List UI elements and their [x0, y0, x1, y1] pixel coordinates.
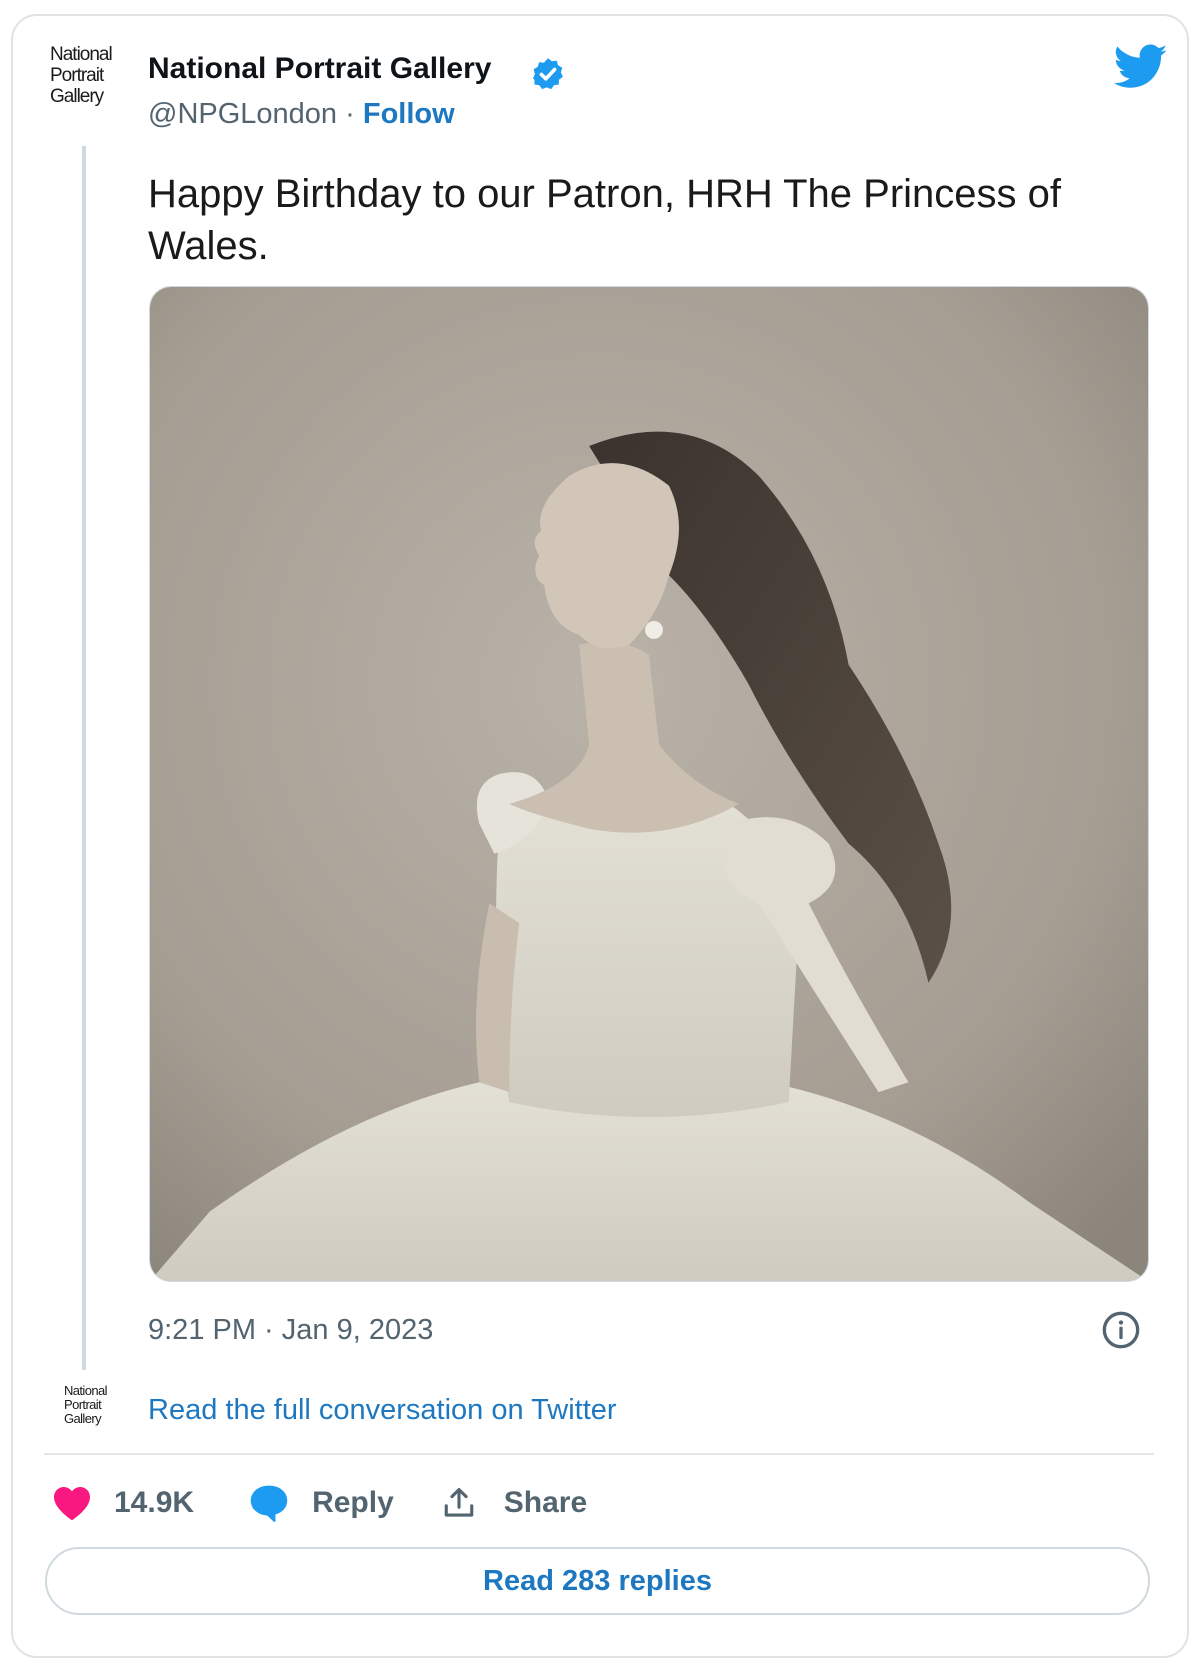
share-label: Share — [503, 1486, 588, 1519]
verified-badge-icon — [533, 58, 563, 90]
read-full-conversation-link[interactable]: Read the full conversation on Twitter — [148, 1394, 617, 1427]
tweet-photo[interactable] — [149, 286, 1149, 1282]
heart-icon — [54, 1486, 90, 1521]
handle-separator: · — [345, 98, 355, 130]
logo-line: Gallery — [64, 1411, 102, 1426]
author-avatar-logo[interactable]: National Portrait Gallery — [50, 44, 132, 107]
like-button[interactable]: 14.9K — [52, 1485, 194, 1521]
twitter-bird-icon[interactable] — [1114, 44, 1168, 90]
reply-button[interactable]: Reply — [248, 1483, 394, 1523]
logo-line: National — [50, 44, 113, 65]
reply-bubble-icon — [250, 1485, 288, 1522]
share-button[interactable]: Share — [442, 1485, 587, 1521]
conversation-avatar-logo: National Portrait Gallery — [64, 1384, 124, 1426]
read-replies-button[interactable]: Read 283 replies — [45, 1547, 1150, 1615]
logo-line: Gallery — [50, 86, 104, 107]
author-handle-row: @NPGLondon · Follow — [148, 98, 455, 131]
author-handle[interactable]: @NPGLondon — [148, 98, 337, 130]
tweet-actions: 14.9K Reply Share — [52, 1478, 587, 1528]
divider — [44, 1453, 1154, 1455]
share-icon — [444, 1487, 474, 1517]
logo-line: Portrait — [50, 65, 104, 86]
reply-label: Reply — [312, 1486, 394, 1519]
author-name[interactable]: National Portrait Gallery — [148, 52, 491, 86]
follow-button[interactable]: Follow — [363, 98, 455, 130]
thread-line — [82, 146, 86, 1370]
tweet-text: Happy Birthday to our Patron, HRH The Pr… — [148, 172, 1062, 268]
info-icon[interactable] — [1101, 1310, 1141, 1350]
read-replies-label: Read 283 replies — [483, 1564, 712, 1597]
logo-line: National — [64, 1383, 108, 1398]
logo-line: Portrait — [64, 1397, 102, 1412]
like-count: 14.9K — [114, 1486, 195, 1519]
tweet-timestamp[interactable]: 9:21 PM · Jan 9, 2023 — [148, 1314, 433, 1347]
